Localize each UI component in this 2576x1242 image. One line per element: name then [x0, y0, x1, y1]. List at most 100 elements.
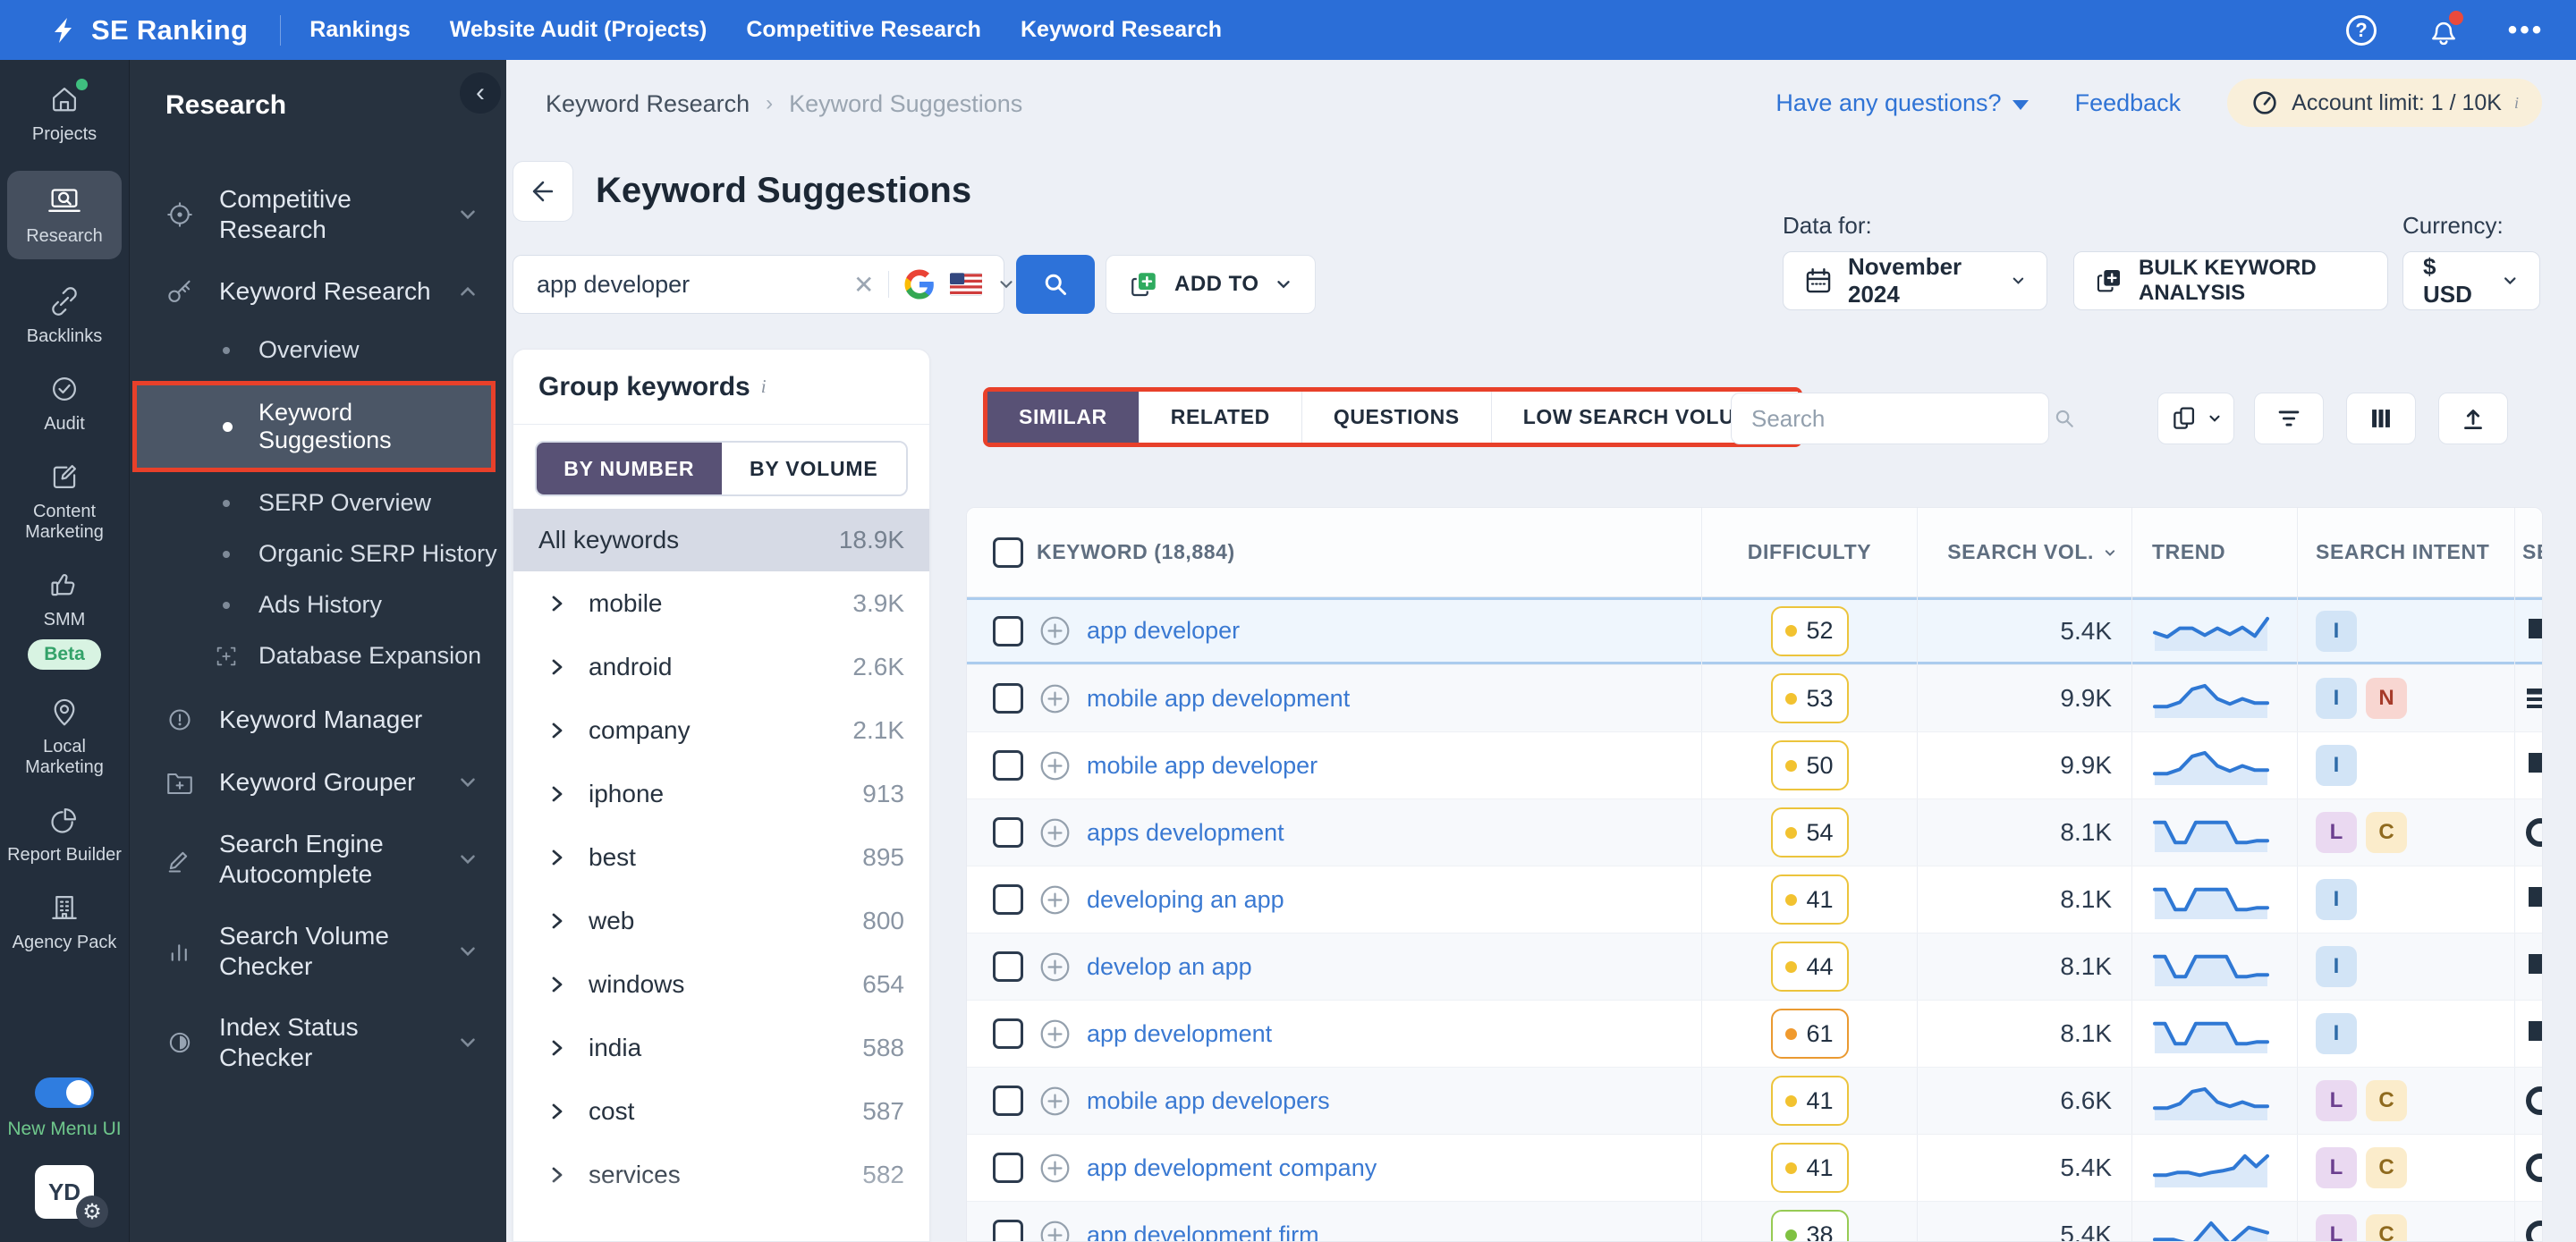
add-keyword-icon[interactable] [1038, 1018, 1072, 1051]
keyword-link[interactable]: mobile app developer [1087, 752, 1318, 780]
group-tab-by-volume[interactable]: BY VOLUME [721, 443, 906, 494]
tab-similar[interactable]: SIMILAR [987, 392, 1139, 443]
add-keyword-icon[interactable] [1038, 1219, 1072, 1241]
column-difficulty[interactable]: DIFFICULTY [1701, 508, 1917, 596]
table-row-app-development-firm[interactable]: app development firm 38 5.4K L C [967, 1201, 2542, 1242]
export-button[interactable] [2438, 393, 2508, 444]
submenu-item-database-expansion[interactable]: Database Expansion [130, 630, 506, 681]
table-search-input[interactable] [1751, 404, 2051, 433]
keyword-link[interactable]: mobile app developers [1087, 1087, 1330, 1115]
add-keyword-icon[interactable] [1038, 682, 1072, 715]
add-keyword-icon[interactable] [1038, 749, 1072, 782]
clear-icon[interactable]: ✕ [853, 270, 874, 300]
back-button[interactable] [513, 161, 573, 222]
currency-dropdown[interactable]: $ USD [2402, 251, 2540, 310]
keyword-link[interactable]: app development company [1087, 1154, 1377, 1182]
submenu-item-overview[interactable]: Overview [130, 325, 506, 376]
group-row-web[interactable]: web 800 [513, 889, 929, 952]
menu-item-keyword-research[interactable]: Keyword Research [130, 260, 506, 323]
group-row-windows[interactable]: windows 654 [513, 952, 929, 1016]
table-row-developing-an-app[interactable]: developing an app 41 8.1K I [967, 866, 2542, 933]
group-row-india[interactable]: india 588 [513, 1016, 929, 1079]
new-menu-toggle[interactable] [35, 1077, 94, 1108]
copy-results-button[interactable] [2157, 393, 2234, 444]
table-row-mobile-app-developer[interactable]: mobile app developer 50 9.9K I [967, 731, 2542, 798]
add-keyword-icon[interactable] [1038, 614, 1072, 647]
all-keywords-row[interactable]: All keywords 18.9K [513, 509, 929, 571]
more-icon[interactable]: ••• [2508, 13, 2544, 48]
table-row-mobile-app-developers[interactable]: mobile app developers 41 6.6K L C [967, 1067, 2542, 1134]
keyword-link[interactable]: develop an app [1087, 953, 1252, 981]
row-checkbox[interactable] [993, 1086, 1023, 1116]
row-checkbox[interactable] [993, 951, 1023, 982]
table-row-develop-an-app[interactable]: develop an app 44 8.1K I [967, 933, 2542, 1000]
chevron-down-icon[interactable] [996, 275, 1016, 294]
gear-icon[interactable]: ⚙ [76, 1196, 108, 1228]
topbar-nav-keyword-research[interactable]: Keyword Research [1021, 17, 1222, 43]
topbar-nav-website-audit-projects[interactable]: Website Audit (Projects) [450, 17, 708, 43]
table-row-app-development[interactable]: app development 61 8.1K I [967, 1000, 2542, 1067]
keyword-search-input[interactable] [537, 270, 853, 299]
group-tab-by-number[interactable]: BY NUMBER [537, 443, 722, 494]
keyword-link[interactable]: developing an app [1087, 886, 1284, 914]
menu-item-index-status-checker[interactable]: Index Status Checker [130, 997, 506, 1088]
keyword-link[interactable]: app development firm [1087, 1221, 1319, 1242]
rail-item-report-builder[interactable]: Report Builder [7, 802, 122, 866]
table-row-apps-development[interactable]: apps development 54 8.1K L C [967, 798, 2542, 866]
menu-item-keyword-manager[interactable]: Keyword Manager [130, 689, 506, 751]
submenu-item-ads-history[interactable]: Ads History [130, 579, 506, 630]
columns-button[interactable] [2346, 393, 2416, 444]
help-icon[interactable]: ? [2343, 13, 2379, 48]
add-keyword-icon[interactable] [1038, 951, 1072, 984]
keyword-link[interactable]: apps development [1087, 819, 1284, 847]
bulk-keyword-analysis-button[interactable]: BULK KEYWORD ANALYSIS [2073, 251, 2388, 310]
table-row-mobile-app-development[interactable]: mobile app development 53 9.9K I N [967, 664, 2542, 731]
table-row-app-development-company[interactable]: app development company 41 5.4K L C [967, 1134, 2542, 1201]
group-row-cost[interactable]: cost 587 [513, 1079, 929, 1143]
table-search-field[interactable] [1731, 393, 2073, 444]
breadcrumb-keyword-research[interactable]: Keyword Research [546, 90, 750, 118]
menu-item-search-engine-autocomplete[interactable]: Search Engine Autocomplete [130, 814, 506, 905]
add-keyword-icon[interactable] [1038, 1085, 1072, 1118]
rail-item-backlinks[interactable]: Backlinks [7, 283, 122, 347]
group-row-android[interactable]: android 2.6K [513, 635, 929, 698]
table-row-app-developer[interactable]: app developer 52 5.4K I [967, 597, 2542, 664]
topbar-nav-rankings[interactable]: Rankings [309, 17, 411, 43]
brand-logo[interactable]: SE Ranking [50, 14, 248, 46]
group-row-mobile[interactable]: mobile 3.9K [513, 571, 929, 635]
keyword-link[interactable]: app developer [1087, 617, 1240, 645]
rail-item-audit[interactable]: Audit [7, 371, 122, 435]
collapse-panel-button[interactable]: ‹ [460, 72, 501, 114]
select-all-checkbox[interactable] [993, 537, 1023, 568]
filter-button[interactable] [2254, 393, 2324, 444]
group-row-services[interactable]: services 582 [513, 1143, 929, 1206]
add-keyword-icon[interactable] [1038, 1152, 1072, 1185]
bell-icon[interactable] [2426, 10, 2463, 48]
row-checkbox[interactable] [993, 683, 1023, 714]
keyword-link[interactable]: mobile app development [1087, 685, 1350, 713]
rail-item-agency-pack[interactable]: Agency Pack [7, 890, 122, 953]
add-keyword-icon[interactable] [1038, 883, 1072, 917]
row-checkbox[interactable] [993, 884, 1023, 915]
group-row-company[interactable]: company 2.1K [513, 698, 929, 762]
column-serp-features[interactable]: SERP FEATURES [2514, 508, 2542, 596]
column-keyword[interactable]: KEYWORD (18,884) [967, 508, 1701, 596]
row-checkbox[interactable] [993, 817, 1023, 848]
row-checkbox[interactable] [993, 750, 1023, 781]
add-to-button[interactable]: ADD TO [1106, 255, 1316, 314]
column-trend[interactable]: TREND [2131, 508, 2297, 596]
rail-item-research[interactable]: Research [7, 171, 122, 259]
submenu-item-keyword-suggestions[interactable]: Keyword Suggestions [137, 385, 491, 469]
add-keyword-icon[interactable] [1038, 816, 1072, 849]
group-row-iphone[interactable]: iphone 913 [513, 762, 929, 825]
group-row-best[interactable]: best 895 [513, 825, 929, 889]
rail-item-local-marketing[interactable]: Local Marketing [7, 694, 122, 778]
rail-item-content-marketing[interactable]: Content Marketing [7, 459, 122, 543]
topbar-nav-competitive-research[interactable]: Competitive Research [746, 17, 981, 43]
column-search-volume[interactable]: SEARCH VOL. [1917, 508, 2131, 596]
row-checkbox[interactable] [993, 1153, 1023, 1183]
rail-item-smm[interactable]: SMM Beta [7, 567, 122, 670]
menu-item-competitive-research[interactable]: Competitive Research [130, 169, 506, 260]
column-search-intent[interactable]: SEARCH INTENT [2297, 508, 2514, 596]
account-limit-badge[interactable]: Account limit: 1 / 10K i [2227, 79, 2542, 127]
